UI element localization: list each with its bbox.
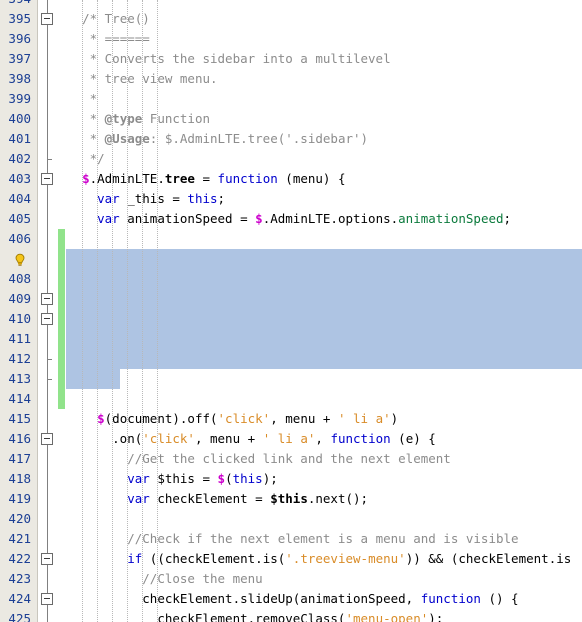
code-line[interactable]: 402 */ [0, 149, 582, 169]
indent-guide [82, 0, 84, 622]
code-line[interactable]: 414 [0, 389, 582, 409]
code-text[interactable]: $(document).off('click', menu + ' li a') [67, 409, 398, 429]
code-line[interactable]: 395 /* Tree() [0, 9, 582, 29]
code-line[interactable]: 424 checkElement.slideUp(animationSpeed,… [0, 589, 582, 609]
code-text[interactable]: checkElement.removeClass('menu-open'); [67, 609, 443, 622]
code-text[interactable]: checkElement.slideUp(animationSpeed, fun… [67, 589, 518, 609]
code-line[interactable]: 417 //Get the clicked link and the next … [0, 449, 582, 469]
code-line[interactable]: 422 if ((checkElement.is('.treeview-menu… [0, 549, 582, 569]
code-line[interactable]: 400 * @type Function [0, 109, 582, 129]
line-number: 425 [8, 611, 31, 622]
code-line[interactable]: 394 [0, 0, 582, 9]
line-number: 401 [8, 131, 31, 146]
code-line[interactable]: 421 //Check if the next element is a men… [0, 529, 582, 549]
line-number: 394 [0, 0, 31, 9]
line-number: 423 [8, 571, 31, 586]
code-line[interactable]: 398 * tree view menu. [0, 69, 582, 89]
line-number: 415 [8, 411, 31, 426]
line-number: 408 [8, 271, 31, 286]
code-line[interactable]: 396 * ====== [0, 29, 582, 49]
code-line[interactable]: 405 var animationSpeed = $.AdminLTE.opti… [0, 209, 582, 229]
line-number: 402 [8, 151, 31, 166]
code-line[interactable]: 418 var $this = $(this); [0, 469, 582, 489]
code-text[interactable]: //Check if the next element is a menu an… [67, 529, 518, 549]
indent-guide [127, 0, 129, 622]
line-number: 422 [8, 551, 31, 566]
code-line[interactable]: 423 //Close the menu [0, 569, 582, 589]
line-number: 406 [8, 231, 31, 246]
code-text[interactable]: $.AdminLTE.tree = function (menu) { [67, 169, 345, 189]
code-text[interactable]: .on('click', menu + ' li a', function (e… [67, 429, 436, 449]
line-number: 395 [8, 11, 31, 26]
line-number: 405 [8, 211, 31, 226]
indent-guide [142, 0, 144, 622]
line-number: 397 [8, 51, 31, 66]
code-line[interactable]: 406 [0, 229, 582, 249]
line-number: 404 [8, 191, 31, 206]
code-line[interactable]: 403 $.AdminLTE.tree = function (menu) { [0, 169, 582, 189]
code-text[interactable]: * ====== [67, 29, 150, 49]
code-line[interactable]: 399 * [0, 89, 582, 109]
line-number: 400 [8, 111, 31, 126]
code-line[interactable]: 419 var checkElement = $this.next(); [0, 489, 582, 509]
indent-guide [97, 0, 99, 622]
line-number: 419 [8, 491, 31, 506]
code-line[interactable]: 416 .on('click', menu + ' li a', functio… [0, 429, 582, 449]
code-line[interactable]: 404 var _this = this; [0, 189, 582, 209]
line-number: 421 [8, 531, 31, 546]
line-number: 403 [8, 171, 31, 186]
line-number: 416 [8, 431, 31, 446]
code-line[interactable]: 401 * @Usage: $.AdminLTE.tree('.sidebar'… [0, 129, 582, 149]
code-text[interactable]: //Get the clicked link and the next elem… [67, 449, 451, 469]
code-editor[interactable]: 394395 /* Tree()396 * ======397 * Conver… [0, 0, 582, 622]
code-text[interactable]: var animationSpeed = $.AdminLTE.options.… [67, 209, 511, 229]
code-text[interactable]: var _this = this; [67, 189, 225, 209]
line-number: 414 [8, 391, 31, 406]
code-line[interactable]: 425 checkElement.removeClass('menu-open'… [0, 609, 582, 622]
line-number: 417 [8, 451, 31, 466]
line-number: 412 [8, 351, 31, 366]
line-number: 396 [8, 31, 31, 46]
code-text[interactable]: * Converts the sidebar into a multilevel [67, 49, 391, 69]
line-number: 410 [8, 311, 31, 326]
line-number: 399 [8, 91, 31, 106]
code-text[interactable]: * @type Function [67, 109, 210, 129]
line-number: 413 [8, 371, 31, 386]
vcs-added-lines-marker[interactable] [58, 229, 65, 409]
line-number: 418 [8, 471, 31, 486]
code-line[interactable]: 420 [0, 509, 582, 529]
line-number: 420 [8, 511, 31, 526]
code-text[interactable]: /* Tree() [67, 9, 150, 29]
indent-guide [112, 0, 114, 622]
code-line[interactable]: 415 $(document).off('click', menu + ' li… [0, 409, 582, 429]
code-line[interactable]: 397 * Converts the sidebar into a multil… [0, 49, 582, 69]
line-number: 424 [8, 591, 31, 606]
lightbulb-icon[interactable] [13, 252, 27, 266]
line-number: 398 [8, 71, 31, 86]
line-number: 409 [8, 291, 31, 306]
indent-guide [157, 0, 159, 622]
line-number: 411 [8, 331, 31, 346]
